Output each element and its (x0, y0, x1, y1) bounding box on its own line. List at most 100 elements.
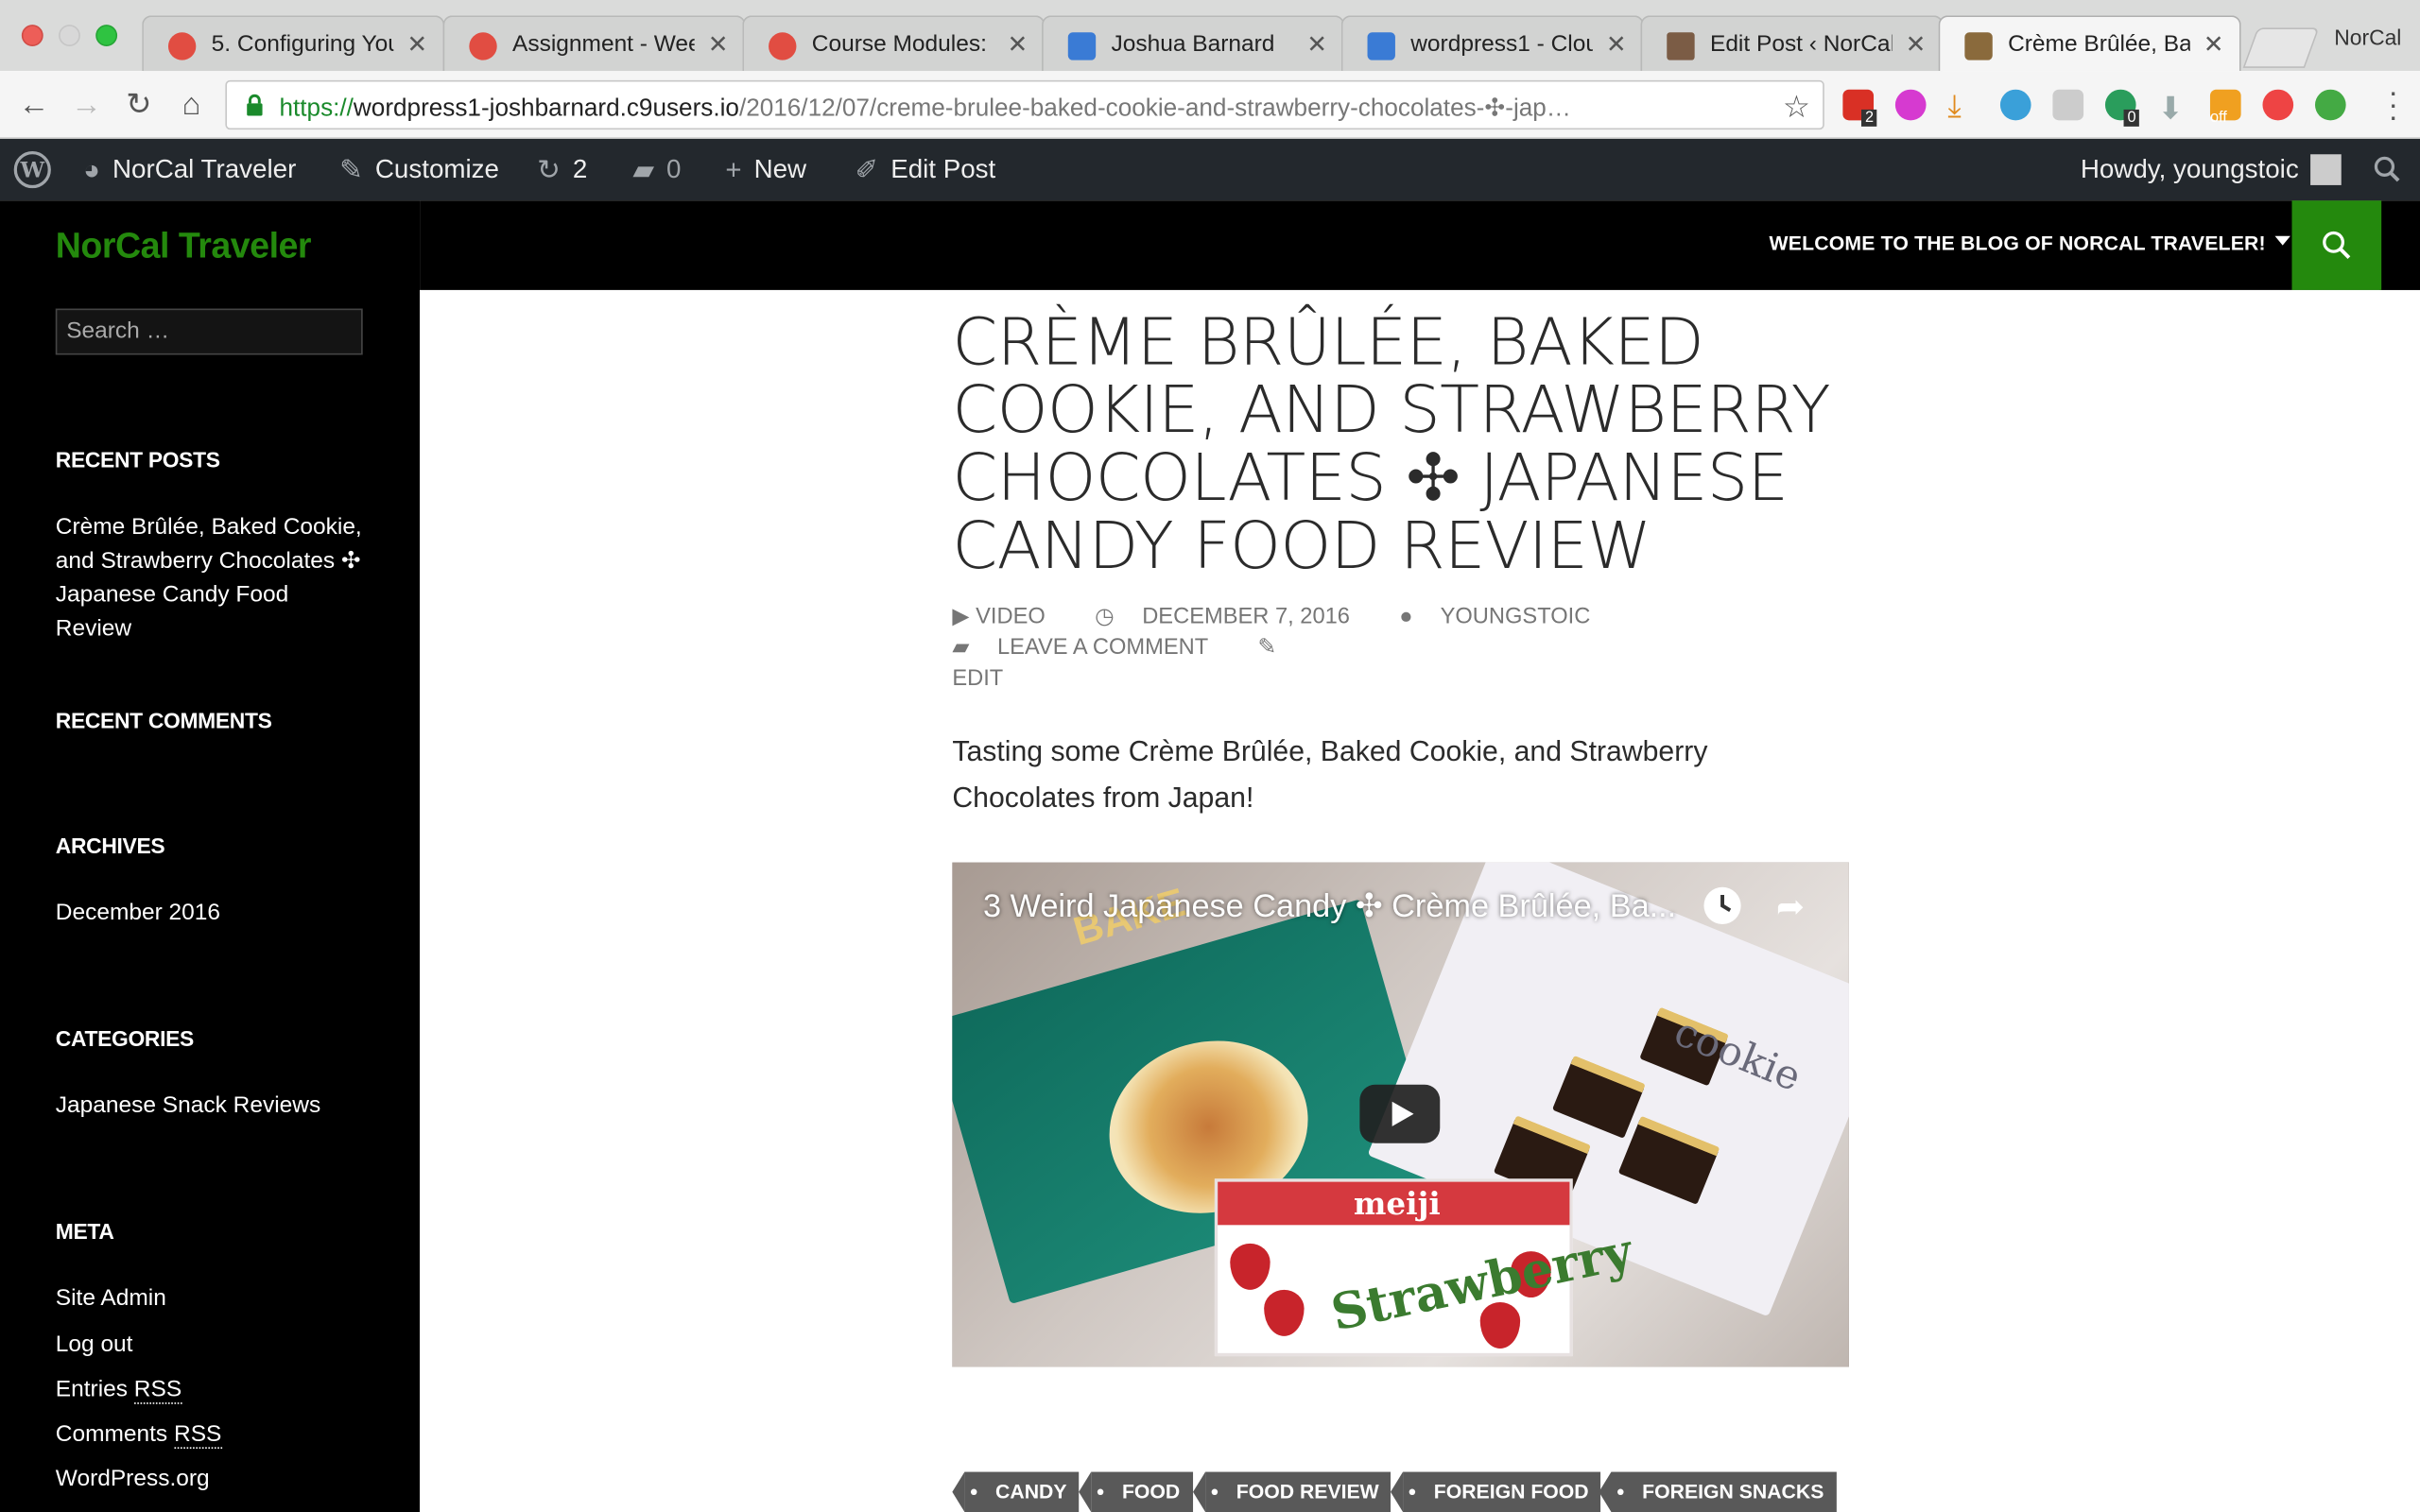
sidebar-search-input[interactable]: Search … (55, 308, 363, 355)
tag-link[interactable]: FOREIGN FOOD (1390, 1471, 1601, 1512)
chevron-down-icon (2274, 235, 2290, 246)
shield-extension-icon[interactable]: 0 (2104, 89, 2139, 127)
arrow-down-extension-icon[interactable]: ⬇ (2157, 90, 2188, 127)
close-window-button[interactable] (21, 25, 43, 46)
close-icon[interactable]: ✕ (406, 29, 427, 60)
video-title[interactable]: 3 Weird Japanese Candy ✣ Crème Brûlée, B… (983, 887, 1676, 926)
tab-title: Joshua Barnard (1111, 30, 1275, 58)
tag-link[interactable]: FOOD REVIEW (1192, 1471, 1392, 1512)
close-icon[interactable]: ✕ (2204, 29, 2224, 60)
admin-comments[interactable]: ▰ 0 (632, 139, 681, 200)
person-icon: ● (1399, 605, 1413, 630)
cloud9-icon (1067, 32, 1097, 60)
cloud9-icon (1367, 32, 1395, 60)
browser-tab[interactable]: 5. Configuring You ✕ (142, 15, 445, 72)
forward-arrow-icon[interactable]: → (68, 86, 105, 123)
edit-post-link[interactable]: EDIT (952, 666, 1003, 691)
tag-link[interactable]: CANDY (952, 1471, 1080, 1512)
clock-icon: ◷ (1095, 605, 1115, 630)
reload-icon[interactable]: ↻ (120, 86, 157, 123)
download-icon[interactable]: ⤓ (1947, 90, 1979, 124)
chrome-extension-icon[interactable] (2262, 89, 2294, 121)
post-body: Tasting some Crème Brûlée, Baked Cookie,… (952, 734, 1708, 814)
browser-tab[interactable]: Course Modules: C ✕ (742, 15, 1046, 72)
site-title[interactable]: NorCal Traveler (56, 225, 312, 266)
tab-title: Course Modules: C (811, 30, 994, 58)
wordpress-org-link[interactable]: WordPress.org (56, 1463, 210, 1497)
pencil-icon: ✎ (1257, 635, 1277, 661)
comments-rss-link[interactable]: Comments RSS (56, 1418, 222, 1452)
play-button-icon[interactable] (1359, 1084, 1441, 1143)
leave-comment-link[interactable]: ▰ LEAVE A COMMENT (952, 636, 1230, 661)
tab-title: 5. Configuring You (211, 30, 394, 58)
entries-rss-link[interactable]: Entries RSS (56, 1373, 182, 1407)
bookmark-star-icon[interactable]: ☆ (1783, 88, 1810, 127)
admin-account[interactable]: Howdy, youngstoic (2081, 139, 2342, 200)
new-tab-button[interactable] (2242, 27, 2320, 68)
browser-menu-icon[interactable]: · · · (2388, 77, 2398, 133)
tag-link[interactable]: FOOD (1079, 1471, 1193, 1512)
wp-admin-bar: W ◕ NorCal Traveler ✎ Customize ↻ 2 ▰ 0 + New… (0, 138, 2420, 201)
avatar-icon (1667, 32, 1695, 60)
admin-edit-post[interactable]: ✐ Edit Post (855, 139, 995, 200)
pencil-icon: ✐ (855, 153, 879, 185)
admin-search-icon[interactable] (2374, 139, 2401, 200)
site-header: WELCOME TO THE BLOG OF NORCAL TRAVELER! (420, 200, 2420, 290)
youtube-video-embed[interactable]: BAKE cookie meiji Strawberry 3 Weird Jap… (952, 862, 1849, 1367)
admin-updates[interactable]: ↻ 2 (537, 139, 587, 200)
updates-icon: ↻ (537, 153, 561, 185)
css-extension-icon[interactable] (2052, 89, 2084, 121)
sync-extension-icon[interactable] (1999, 89, 2031, 121)
close-icon[interactable]: ✕ (708, 29, 729, 60)
lock-icon (247, 94, 263, 116)
minimize-window-button[interactable] (59, 25, 80, 46)
address-bar[interactable]: https://wordpress1-joshbarnard.c9users.i… (225, 79, 1824, 130)
recent-post-link[interactable]: Crème Brûlée, Baked Cookie, and Strawber… (56, 510, 365, 646)
main-content: CRÈME BRÛLÉE, BAKED COOKIE, AND STRAWBER… (420, 289, 2380, 1512)
tag-link[interactable]: FOREIGN SNACKS (1599, 1471, 1837, 1512)
watch-later-clock-icon[interactable] (1700, 885, 1746, 931)
avatar (2310, 154, 2342, 185)
home-icon[interactable]: ⌂ (173, 86, 210, 123)
globe-extension-icon[interactable] (2314, 89, 2346, 121)
post-author-link[interactable]: ● YOUNGSTOIC (1399, 605, 1612, 629)
primary-menu-item[interactable]: WELCOME TO THE BLOG OF NORCAL TRAVELER! (1770, 232, 2266, 254)
share-arrow-icon[interactable]: ➦ (1767, 885, 1813, 931)
pushbullet-icon[interactable] (1894, 89, 1927, 121)
browser-tab[interactable]: wordpress1 - Clou ✕ (1340, 15, 1644, 72)
extension-badge-icon[interactable]: 2 (1842, 89, 1877, 127)
tab-title: Crème Brûlée, Bak (2008, 30, 2190, 58)
search-icon (2323, 231, 2351, 260)
browser-profile-name[interactable]: NorCal (2334, 25, 2401, 49)
admin-customize[interactable]: ✎ Customize (339, 139, 499, 200)
ad-block-extension-icon[interactable]: off (2209, 89, 2241, 127)
post-format-link[interactable]: ▶ VIDEO (952, 605, 1066, 629)
categories-heading: CATEGORIES (55, 1025, 194, 1051)
back-arrow-icon[interactable]: ← (15, 86, 52, 123)
url-text: https://wordpress1-joshbarnard.c9users.i… (279, 95, 1571, 122)
archive-link[interactable]: December 2016 (56, 897, 220, 931)
video-thumbnail-strawberry-box: meiji Strawberry (1214, 1178, 1637, 1357)
close-icon[interactable]: ✕ (1306, 29, 1327, 60)
browser-tab[interactable]: Joshua Barnard ✕ (1042, 15, 1345, 72)
close-icon[interactable]: ✕ (1007, 29, 1028, 60)
brush-icon: ✎ (339, 153, 363, 185)
post-date-link[interactable]: ◷ DECEMBER 7, 2016 (1095, 605, 1372, 629)
browser-tab[interactable]: Edit Post ‹ NorCal ✕ (1640, 15, 1944, 72)
maximize-window-button[interactable] (95, 25, 118, 46)
admin-site-name[interactable]: ◕ NorCal Traveler (83, 139, 296, 200)
search-toggle-button[interactable] (2291, 200, 2382, 290)
site-admin-link[interactable]: Site Admin (56, 1282, 166, 1316)
close-icon[interactable]: ✕ (1906, 29, 1927, 60)
browser-tab[interactable]: Assignment - Wee ✕ (442, 15, 746, 72)
admin-new[interactable]: + New (725, 139, 806, 200)
log-out-link[interactable]: Log out (56, 1329, 133, 1363)
post-meta: ▶ VIDEO ◷ DECEMBER 7, 2016 ● YOUNGSTOIC … (952, 602, 1847, 695)
red-gear-icon (469, 32, 497, 60)
category-link[interactable]: Japanese Snack Reviews (56, 1090, 320, 1124)
tab-title: Edit Post ‹ NorCal (1709, 30, 1893, 58)
comment-bubble-icon: ▰ (632, 153, 654, 185)
close-icon[interactable]: ✕ (1606, 29, 1627, 60)
browser-tab-active[interactable]: Crème Brûlée, Bak ✕ (1938, 15, 2241, 72)
wordpress-logo-icon[interactable]: W (12, 139, 52, 200)
